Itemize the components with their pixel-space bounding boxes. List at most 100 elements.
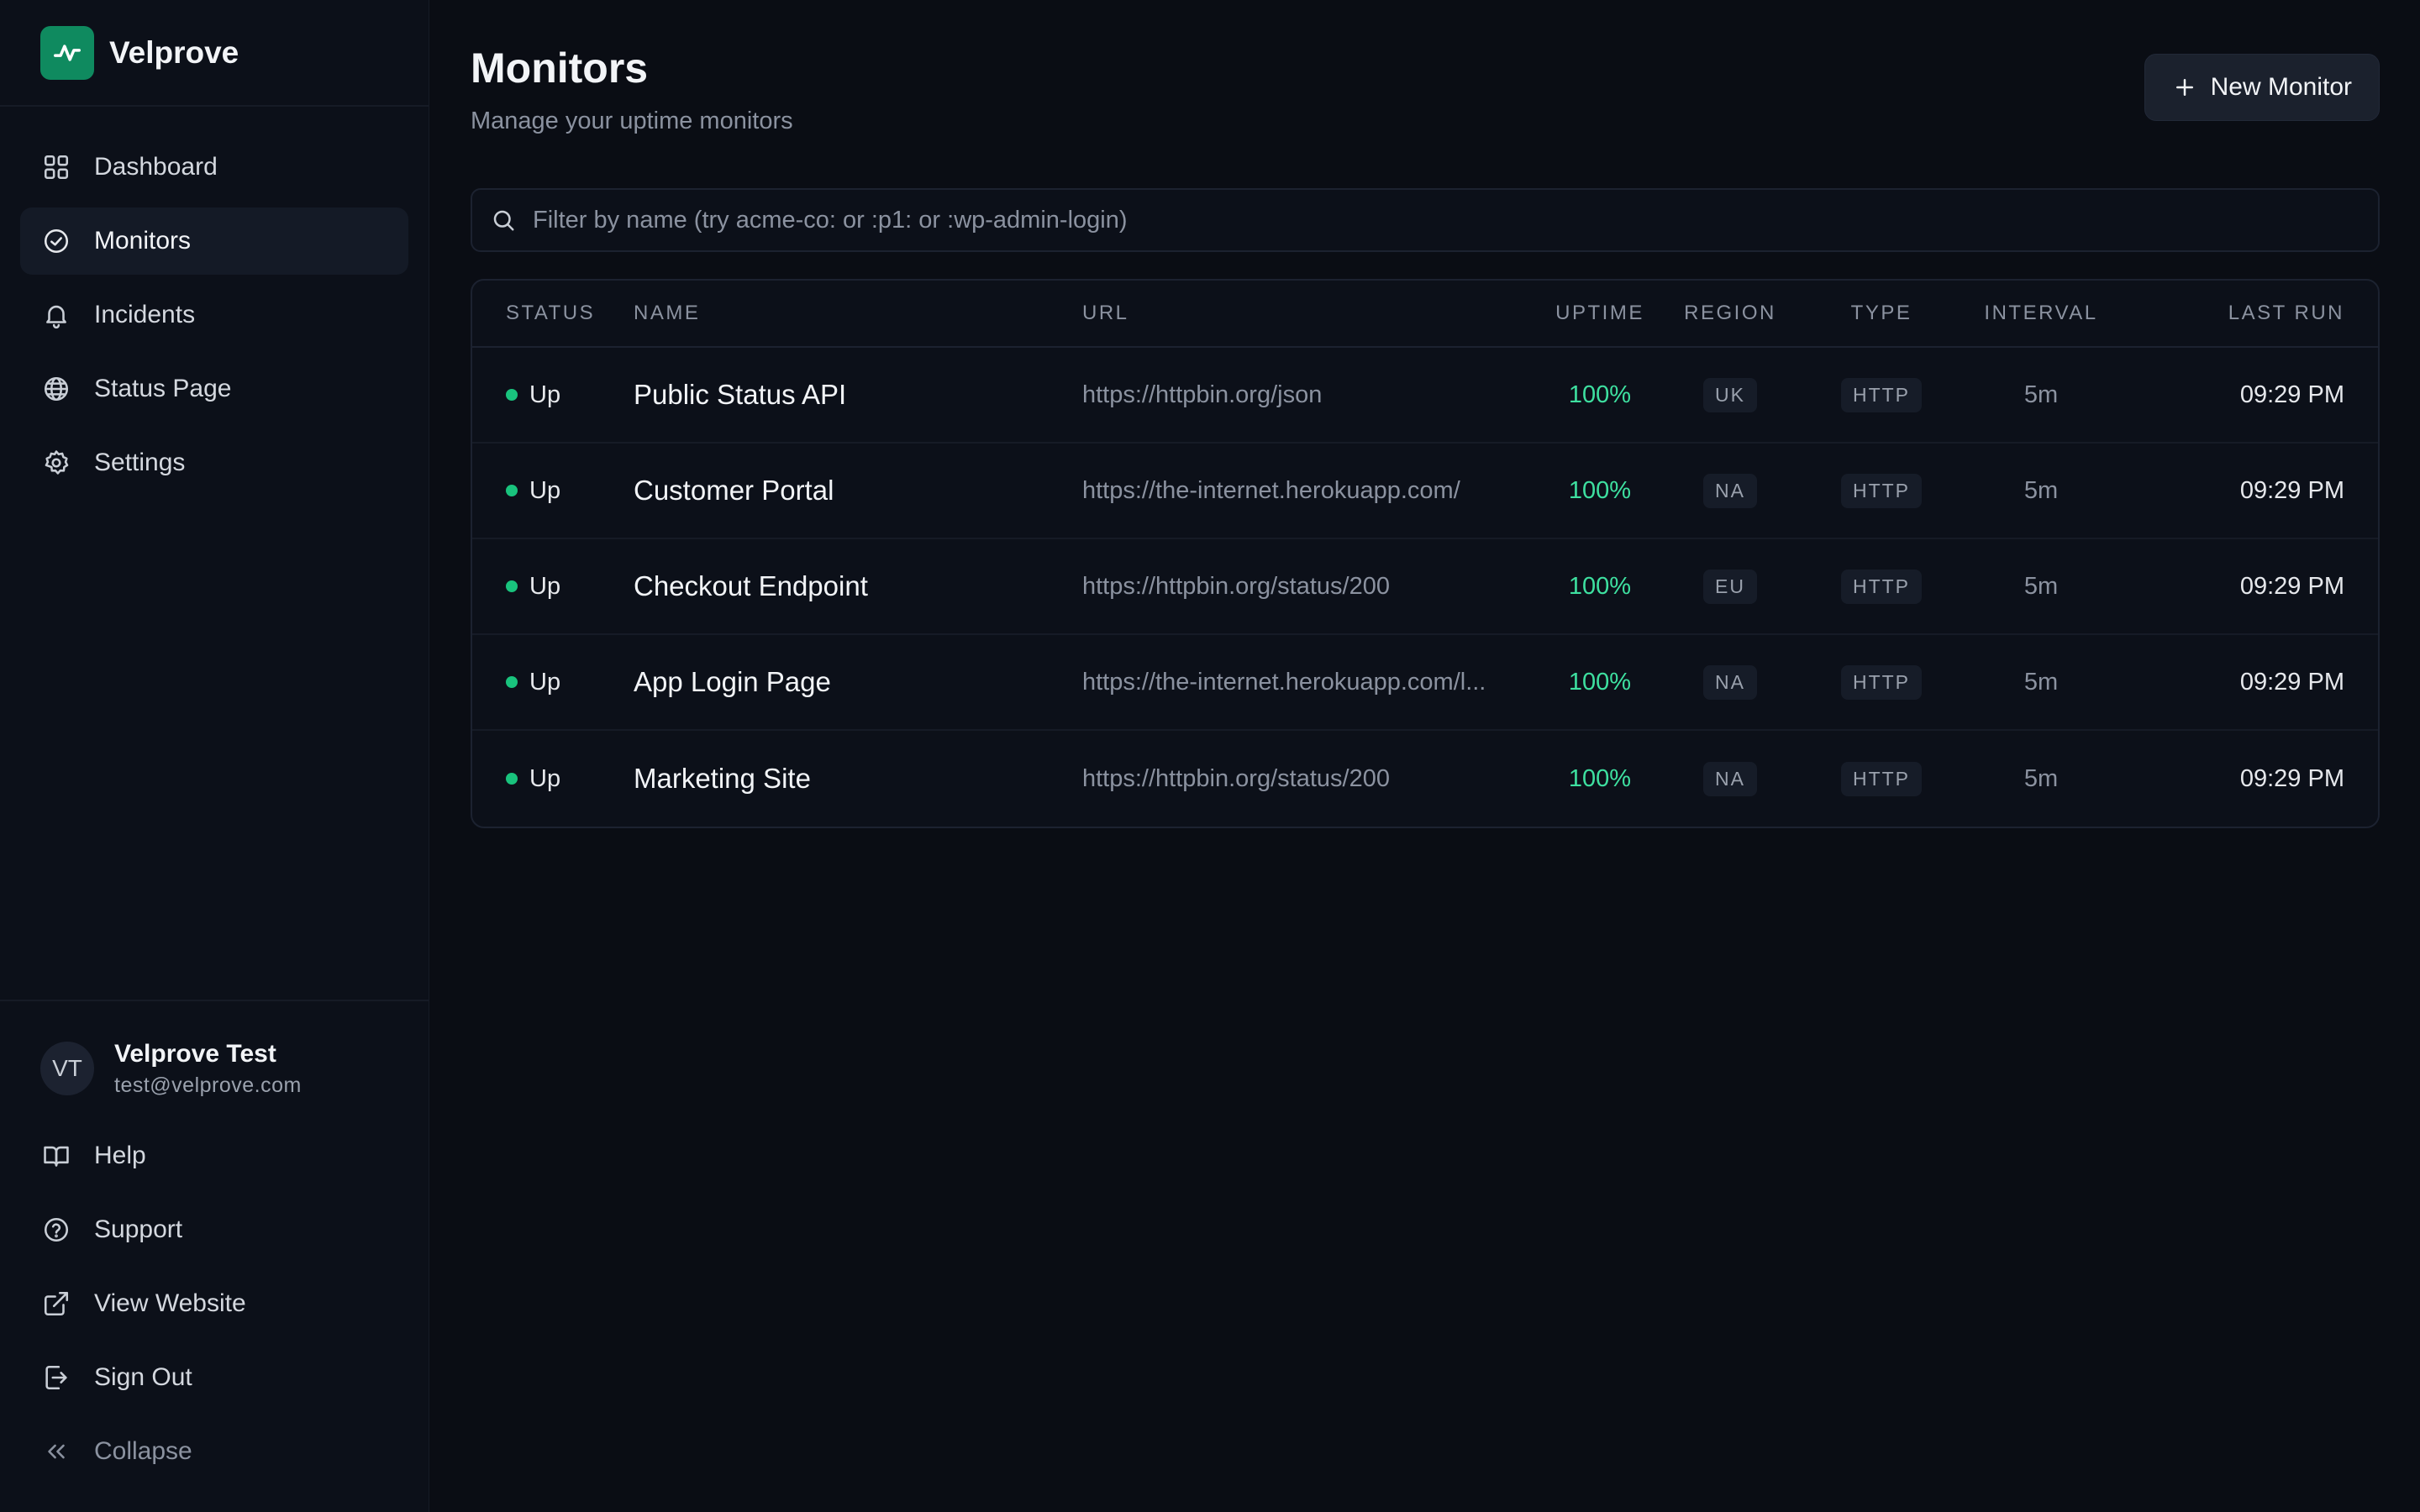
help-circle-icon: [40, 1214, 72, 1246]
table-row[interactable]: Up Customer Portal https://the-internet.…: [472, 444, 2378, 539]
status-text: Up: [529, 572, 561, 600]
check-circle-icon: [40, 225, 72, 257]
monitor-name[interactable]: Public Status API: [634, 379, 1082, 411]
chevrons-left-icon: [40, 1436, 72, 1467]
sidebar-item-label: Collapse: [94, 1437, 192, 1465]
type-badge: HTTP: [1840, 473, 1923, 508]
main-nav: Dashboard Monitors Incidents Status Page: [0, 107, 429, 1000]
globe-icon: [40, 373, 72, 405]
brand[interactable]: Velprove: [0, 0, 429, 107]
sidebar-item-label: Support: [94, 1215, 183, 1243]
column-header-interval[interactable]: Interval: [1966, 302, 2116, 325]
status-dot-icon: [506, 580, 518, 592]
column-header-name[interactable]: Name: [634, 302, 1082, 325]
sidebar-item-sign-out[interactable]: Sign Out: [20, 1344, 408, 1411]
sidebar-item-monitors[interactable]: Monitors: [20, 207, 408, 275]
monitor-url: https://the-internet.herokuapp.com/l...: [1082, 668, 1486, 696]
sidebar-item-support[interactable]: Support: [20, 1196, 408, 1263]
region-cell: NA: [1664, 664, 1797, 700]
status-cell: Up: [472, 669, 634, 696]
status-text: Up: [529, 764, 561, 792]
search-input[interactable]: [533, 206, 2378, 234]
plus-icon: [2172, 75, 2197, 100]
brand-name: Velprove: [109, 34, 239, 70]
region-cell: NA: [1664, 761, 1797, 796]
table-row[interactable]: Up Marketing Site https://httpbin.org/st…: [472, 731, 2378, 827]
avatar: VT: [40, 1042, 94, 1095]
sidebar-item-settings[interactable]: Settings: [20, 429, 408, 496]
monitor-last-run: 09:29 PM: [2239, 476, 2344, 504]
region-cell: UK: [1664, 377, 1797, 412]
table-row[interactable]: Up App Login Page https://the-internet.h…: [472, 635, 2378, 731]
user-name: Velprove Test: [114, 1039, 276, 1068]
status-cell: Up: [472, 573, 634, 601]
monitor-name[interactable]: Marketing Site: [634, 763, 1082, 795]
monitor-last-run: 09:29 PM: [2239, 381, 2344, 408]
region-badge: UK: [1703, 377, 1757, 412]
type-cell: HTTP: [1797, 569, 1966, 604]
app-root: Velprove Dashboard Monitors Incidents St…: [0, 0, 2420, 1512]
monitor-interval: 5m: [2023, 572, 2059, 600]
type-cell: HTTP: [1797, 473, 1966, 508]
monitor-name[interactable]: App Login Page: [634, 666, 1082, 698]
user-profile[interactable]: VT Velprove Test test@velprove.com: [20, 1035, 408, 1102]
monitor-uptime: 100%: [1568, 572, 1632, 600]
monitor-interval: 5m: [2023, 381, 2059, 408]
sidebar-item-view-website[interactable]: View Website: [20, 1270, 408, 1337]
sidebar-item-incidents[interactable]: Incidents: [20, 281, 408, 349]
monitor-interval: 5m: [2023, 668, 2059, 696]
sidebar-item-label: Settings: [94, 449, 186, 476]
type-cell: HTTP: [1797, 761, 1966, 796]
sidebar-item-label: Incidents: [94, 301, 196, 328]
new-monitor-label: New Monitor: [2210, 73, 2352, 101]
monitor-uptime: 100%: [1568, 381, 1632, 408]
status-cell: Up: [472, 381, 634, 409]
sign-out-icon: [40, 1362, 72, 1394]
status-dot-icon: [506, 676, 518, 688]
table-row[interactable]: Up Checkout Endpoint https://httpbin.org…: [472, 539, 2378, 635]
region-cell: NA: [1664, 473, 1797, 508]
sidebar-item-dashboard[interactable]: Dashboard: [20, 134, 408, 201]
monitor-last-run: 09:29 PM: [2239, 764, 2344, 792]
sidebar-item-label: Monitors: [94, 227, 192, 255]
monitor-name[interactable]: Checkout Endpoint: [634, 570, 1082, 602]
book-icon: [40, 1140, 72, 1172]
column-header-region[interactable]: Region: [1664, 302, 1797, 325]
region-badge: NA: [1703, 761, 1757, 796]
status-dot-icon: [506, 485, 518, 496]
monitor-uptime: 100%: [1568, 764, 1632, 792]
sidebar: Velprove Dashboard Monitors Incidents St…: [0, 0, 429, 1512]
column-header-status[interactable]: Status: [472, 302, 634, 325]
monitors-table: Status Name URL Uptime Region Type Inter…: [471, 279, 2380, 828]
search-icon: [491, 207, 516, 233]
activity-icon: [40, 25, 94, 80]
monitor-url: https://the-internet.herokuapp.com/: [1082, 476, 1460, 504]
monitor-last-run: 09:29 PM: [2239, 668, 2344, 696]
column-header-type[interactable]: Type: [1797, 302, 1966, 325]
sidebar-item-label: Help: [94, 1142, 146, 1169]
type-cell: HTTP: [1797, 377, 1966, 412]
monitor-last-run: 09:29 PM: [2239, 572, 2344, 600]
column-header-uptime[interactable]: Uptime: [1536, 302, 1664, 325]
monitor-uptime: 100%: [1568, 476, 1632, 504]
monitor-name[interactable]: Customer Portal: [634, 475, 1082, 507]
sidebar-collapse-button[interactable]: Collapse: [20, 1418, 408, 1485]
status-cell: Up: [472, 765, 634, 793]
sidebar-item-label: View Website: [94, 1289, 246, 1317]
monitor-interval: 5m: [2023, 476, 2059, 504]
sidebar-item-status-page[interactable]: Status Page: [20, 355, 408, 423]
type-badge: HTTP: [1840, 377, 1923, 412]
sidebar-item-label: Status Page: [94, 375, 232, 402]
column-header-last-run[interactable]: Last Run: [2116, 302, 2378, 325]
bell-icon: [40, 299, 72, 331]
status-text: Up: [529, 381, 561, 408]
page-heading: Monitors Manage your uptime monitors: [471, 40, 793, 135]
sidebar-item-help[interactable]: Help: [20, 1122, 408, 1189]
main-content: Monitors Manage your uptime monitors New…: [429, 0, 2420, 1512]
new-monitor-button[interactable]: New Monitor: [2144, 54, 2380, 121]
sidebar-item-label: Sign Out: [94, 1363, 192, 1391]
table-row[interactable]: Up Public Status API https://httpbin.org…: [472, 348, 2378, 444]
status-dot-icon: [506, 389, 518, 401]
region-badge: NA: [1703, 473, 1757, 508]
column-header-url[interactable]: URL: [1082, 302, 1536, 325]
